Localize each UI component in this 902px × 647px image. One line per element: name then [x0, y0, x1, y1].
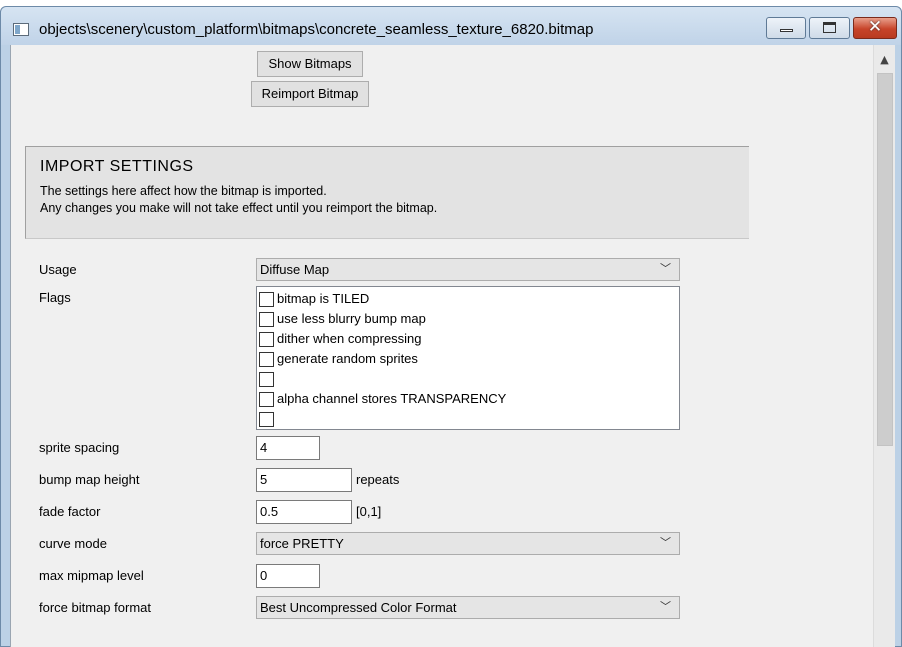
sprite-spacing-label: sprite spacing [39, 440, 120, 455]
minimize-icon [780, 29, 793, 32]
max-mipmap-level-label: max mipmap level [39, 568, 144, 583]
scrollbar-thumb[interactable] [877, 73, 893, 446]
flag-label: generate random sprites [277, 351, 418, 366]
fade-factor-input[interactable]: 0.5 [256, 500, 352, 524]
chevron-down-icon: ﹀ [660, 537, 671, 549]
chevron-down-icon: ﹀ [660, 263, 671, 275]
scroll-up-arrow-icon[interactable]: ▲ [874, 53, 895, 71]
force-bitmap-format-dropdown[interactable]: Best Uncompressed Color Format ﹀ [256, 596, 680, 619]
force-bitmap-format-dropdown-value: Best Uncompressed Color Format [260, 600, 457, 615]
flag-label: bitmap is TILED [277, 291, 370, 306]
fade-factor-label: fade factor [39, 504, 101, 519]
flag-label: use less blurry bump map [277, 311, 426, 326]
chevron-down-icon: ﹀ [660, 601, 671, 613]
checkbox[interactable] [259, 292, 274, 307]
import-settings-heading: IMPORT SETTINGS [40, 158, 194, 175]
fade-factor-range: [0,1] [356, 504, 382, 519]
checkbox[interactable] [259, 332, 274, 347]
bump-map-height-input[interactable]: 5 [256, 468, 352, 492]
vertical-scrollbar[interactable]: ▲ [873, 45, 895, 647]
usage-dropdown-value: Diffuse Map [260, 262, 330, 277]
bump-map-height-label: bump map height [39, 472, 140, 487]
import-settings-description-2: Any changes you make will not take effec… [40, 201, 438, 215]
minimize-button[interactable] [766, 17, 806, 39]
checkbox[interactable] [259, 312, 274, 327]
curve-mode-label: curve mode [39, 536, 107, 551]
flags-label: Flags [39, 290, 71, 305]
window-title: objects\scenery\custom_platform\bitmaps\… [39, 21, 594, 38]
window-app-icon [13, 23, 29, 36]
close-button[interactable]: ✕ [853, 17, 897, 39]
maximize-icon [823, 22, 836, 33]
window-content: Show Bitmaps Reimport Bitmap IMPORT SETT… [10, 45, 895, 647]
maximize-button[interactable] [809, 17, 850, 39]
sprite-spacing-input[interactable]: 4 [256, 436, 320, 460]
usage-label: Usage [39, 262, 77, 277]
reimport-bitmap-button[interactable]: Reimport Bitmap [251, 81, 369, 107]
import-settings-description-1: The settings here affect how the bitmap … [40, 184, 327, 198]
flag-label: alpha channel stores TRANSPARENCY [277, 391, 507, 406]
show-bitmaps-button[interactable]: Show Bitmaps [257, 51, 363, 77]
title-bar[interactable]: objects\scenery\custom_platform\bitmaps\… [1, 7, 901, 45]
import-settings-panel: IMPORT SETTINGS The settings here affect… [25, 146, 749, 239]
flag-label: dither when compressing [277, 331, 422, 346]
flags-list[interactable]: bitmap is TILED use less blurry bump map… [256, 286, 680, 430]
force-bitmap-format-label: force bitmap format [39, 600, 151, 615]
close-icon: ✕ [867, 17, 883, 37]
checkbox[interactable] [259, 392, 274, 407]
checkbox[interactable] [259, 412, 274, 427]
max-mipmap-level-input[interactable]: 0 [256, 564, 320, 588]
bump-map-height-unit: repeats [356, 472, 400, 487]
curve-mode-dropdown-value: force PRETTY [260, 536, 344, 551]
checkbox[interactable] [259, 352, 274, 367]
curve-mode-dropdown[interactable]: force PRETTY ﹀ [256, 532, 680, 555]
editor-window: objects\scenery\custom_platform\bitmaps\… [0, 6, 902, 647]
usage-dropdown[interactable]: Diffuse Map ﹀ [256, 258, 680, 281]
checkbox[interactable] [259, 372, 274, 387]
